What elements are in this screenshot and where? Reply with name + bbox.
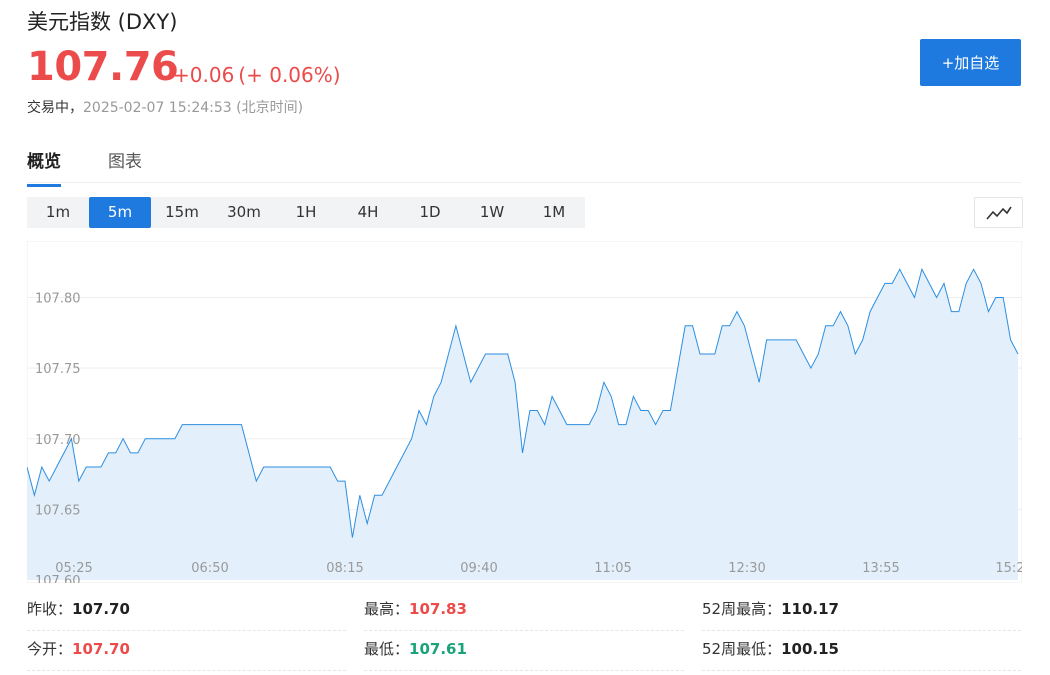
week52-high: 52周最高：110.17 xyxy=(702,590,1021,631)
x-tick-label: 15:2 xyxy=(995,561,1022,576)
period-1w[interactable]: 1W xyxy=(461,197,523,228)
line-chart-icon xyxy=(985,206,1012,220)
day-high-label: 最高： xyxy=(364,600,410,618)
week52-low-label: 52周最低： xyxy=(702,640,782,658)
week52-high-value: 110.17 xyxy=(781,600,839,618)
change-percent: (+ 0.06%) xyxy=(238,63,341,87)
tab-chart[interactable]: 图表 xyxy=(108,147,142,184)
stats-row: 今开：107.70 最低：107.61 52周最低：100.15 xyxy=(27,630,1021,671)
prev-close-label: 昨收： xyxy=(27,600,73,618)
status-text: 交易中， xyxy=(27,100,83,116)
day-high: 最高：107.83 xyxy=(364,590,684,631)
prev-close: 昨收：107.70 xyxy=(27,590,346,631)
x-tick-label: 06:50 xyxy=(191,561,228,576)
tab-overview[interactable]: 概览 xyxy=(27,147,61,187)
period-1m[interactable]: 1m xyxy=(27,197,89,228)
x-tick-label: 08:15 xyxy=(326,561,363,576)
period-1h[interactable]: 1H xyxy=(275,197,337,228)
page-title: 美元指数 (DXY) xyxy=(27,10,178,34)
period-4h[interactable]: 4H xyxy=(337,197,399,228)
x-tick-label: 05:25 xyxy=(55,561,92,576)
day-low-label: 最低： xyxy=(364,640,410,658)
day-high-value: 107.83 xyxy=(409,600,467,618)
stats-row: 昨收：107.70 最高：107.83 52周最高：110.17 xyxy=(27,590,1021,631)
y-tick-label: 107.65 xyxy=(35,503,81,518)
change-value: +0.06 xyxy=(173,63,235,87)
week52-low: 52周最低：100.15 xyxy=(702,630,1021,671)
y-tick-label: 107.70 xyxy=(35,433,81,448)
add-to-watchlist-button[interactable]: +加自选 xyxy=(920,39,1021,86)
period-1mo[interactable]: 1M xyxy=(523,197,585,228)
period-1d[interactable]: 1D xyxy=(399,197,461,228)
tab-bar: 概览 图表 xyxy=(27,140,1021,187)
day-low-value: 107.61 xyxy=(409,640,467,658)
day-low: 最低：107.61 xyxy=(364,630,684,671)
open: 今开：107.70 xyxy=(27,630,346,671)
trading-status: 交易中，2025-02-07 15:24:53 (北京时间) xyxy=(27,97,303,117)
period-15m[interactable]: 15m xyxy=(151,197,213,228)
price-change: +0.06 (+ 0.06%) xyxy=(173,63,341,87)
open-value: 107.70 xyxy=(72,640,130,658)
x-tick-label: 13:55 xyxy=(862,561,899,576)
period-selector: 1m 5m 15m 30m 1H 4H 1D 1W 1M xyxy=(27,197,585,228)
period-30m[interactable]: 30m xyxy=(213,197,275,228)
current-price: 107.76 xyxy=(27,44,179,90)
week52-high-label: 52周最高： xyxy=(702,600,782,618)
x-tick-label: 12:30 xyxy=(728,561,765,576)
timestamp: 2025-02-07 15:24:53 (北京时间) xyxy=(83,100,304,116)
period-5m[interactable]: 5m xyxy=(89,197,151,228)
x-tick-label: 11:05 xyxy=(594,561,631,576)
intraday-chart: 107.60107.65107.70107.75107.8005:25 06:50… xyxy=(27,241,1022,583)
y-tick-label: 107.75 xyxy=(35,362,81,377)
chart-type-toggle-button[interactable] xyxy=(974,197,1023,228)
y-tick-label: 107.80 xyxy=(35,292,81,307)
prev-close-value: 107.70 xyxy=(72,600,130,618)
x-tick-label: 09:40 xyxy=(460,561,497,576)
week52-low-value: 100.15 xyxy=(781,640,839,658)
open-label: 今开： xyxy=(27,640,73,658)
